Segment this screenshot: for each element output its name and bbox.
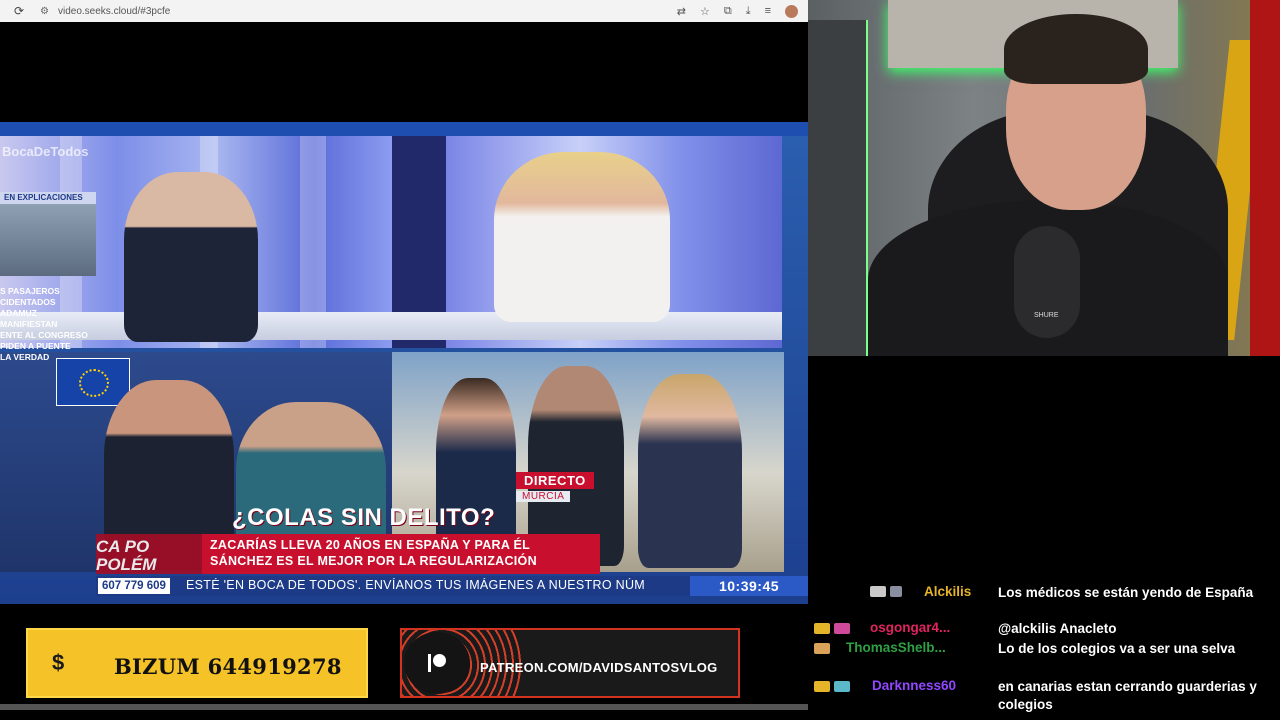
- translate-icon[interactable]: ⇄: [677, 5, 686, 18]
- address-bar[interactable]: video.seeks.cloud/#3pcfe: [58, 6, 170, 17]
- live-badge: DIRECTO: [516, 472, 594, 489]
- chat-text: @alckilis Anacleto: [998, 621, 1117, 636]
- browser-toolbar: ⟳ ⚙ video.seeks.cloud/#3pcfe ⇄ ☆ ⧉ ⤓ ≡: [0, 0, 808, 22]
- broadcast-clock: 10:39:45: [690, 576, 808, 596]
- tv-broadcast: BocaDeTodos EN EXPLICACIONES S PASAJEROS…: [0, 122, 808, 604]
- diamond-badge-icon: [870, 586, 886, 597]
- streamer-hair: [1004, 14, 1148, 84]
- crown-badge-icon: [814, 681, 830, 692]
- bizum-label: BIZUM 644919278: [114, 654, 342, 679]
- gift-badge-icon: [834, 623, 850, 634]
- chat-username[interactable]: ThomasShelb...: [846, 640, 946, 655]
- chat-badges: [814, 643, 830, 654]
- reload-icon[interactable]: ⟳: [14, 4, 32, 18]
- extensions-icon[interactable]: ⧉: [724, 5, 732, 18]
- side-tag: EN EXPLICACIONES: [0, 192, 96, 204]
- profile-avatar[interactable]: [785, 4, 798, 18]
- chat-text: Los médicos se están yendo de España: [998, 585, 1254, 600]
- channel-watermark: BocaDeTodos: [2, 144, 89, 159]
- chat-username[interactable]: osgongar4...: [870, 620, 950, 635]
- chat-message: osgongar4... @alckilis Anacleto: [808, 620, 1280, 640]
- subheadline-line-1: ZACARÍAS LLEVA 20 AÑOS EN ESPAÑA Y PARA …: [210, 538, 531, 552]
- spain-flag-red: [1250, 0, 1280, 356]
- mod-badge-icon: [890, 586, 902, 597]
- sub-badge-icon: [834, 681, 850, 692]
- subheadline-box: ZACARÍAS LLEVA 20 AÑOS EN ESPAÑA Y PARA …: [202, 534, 600, 574]
- headline: ¿COLAS SIN DELITO?: [232, 504, 496, 531]
- collectibles-shelf: [808, 20, 868, 356]
- subheadline-line-2: SÁNCHEZ ES EL MEJOR POR LA REGULARIZACIÓ…: [210, 554, 537, 568]
- mic-brand: SHURE: [1034, 312, 1059, 319]
- player-progress-strip: [0, 704, 808, 710]
- chat-badges: [814, 623, 850, 634]
- chat-message: ThomasShelb... Lo de los colegios va a s…: [808, 640, 1280, 678]
- side-caption: S PASAJEROS CIDENTADOS ADAMUZ MANIFIESTA…: [0, 286, 88, 362]
- phone-number: 607 779 609: [98, 578, 170, 594]
- chat-message: Alckilis Los médicos se están yendo de E…: [808, 582, 1280, 620]
- chat-username[interactable]: Alckilis: [924, 584, 971, 599]
- live-chat: Alckilis Los médicos se están yendo de E…: [808, 580, 1280, 720]
- chat-message: Darknness60 en canarias estan cerrando g…: [808, 678, 1280, 718]
- news-ticker: 607 779 609 ESTÉ 'EN BOCA DE TODOS'. ENV…: [96, 576, 808, 596]
- eu-flag-icon: [56, 358, 130, 406]
- headline-fragment: CA PO POLÉM: [96, 534, 202, 574]
- chat-text: Lo de los colegios va a ser una selva: [998, 641, 1236, 656]
- chat-text: en canarias estan cerrando guarderias y …: [998, 679, 1257, 712]
- patreon-label: PATREON.COM/DAVIDSANTOSVLOG: [480, 660, 718, 675]
- playlist-icon[interactable]: ≡: [765, 5, 771, 17]
- bizum-banner: $ BIZUM 644919278: [26, 628, 368, 698]
- host-female: [494, 152, 670, 322]
- chat-badges: [870, 586, 902, 597]
- host-male: [124, 172, 258, 342]
- microphone-icon: [1014, 226, 1080, 338]
- reporter-figure: [638, 374, 742, 568]
- crown-badge-icon: [814, 623, 830, 634]
- dollar-icon: $: [52, 650, 65, 675]
- ticker-text: ESTÉ 'EN BOCA DE TODOS'. ENVÍANOS TUS IM…: [186, 578, 645, 592]
- location-badge: MURCIA: [516, 491, 571, 502]
- side-thumbnail: [0, 204, 96, 276]
- chat-username[interactable]: Darknness60: [872, 678, 956, 693]
- patreon-banner: PATREON.COM/DAVIDSANTOSVLOG: [400, 628, 740, 698]
- site-info-icon[interactable]: ⚙: [40, 6, 58, 17]
- download-icon[interactable]: ⤓: [746, 5, 751, 18]
- browser-actions: ⇄ ☆ ⧉ ⤓ ≡: [677, 0, 798, 22]
- chat-badges: [814, 681, 850, 692]
- streamer-webcam: SHURE: [808, 0, 1280, 356]
- star-icon[interactable]: ☆: [700, 5, 710, 18]
- broadcast-top-frame: [0, 122, 808, 136]
- patreon-icon: [428, 654, 446, 672]
- diamond-badge-icon: [814, 643, 830, 654]
